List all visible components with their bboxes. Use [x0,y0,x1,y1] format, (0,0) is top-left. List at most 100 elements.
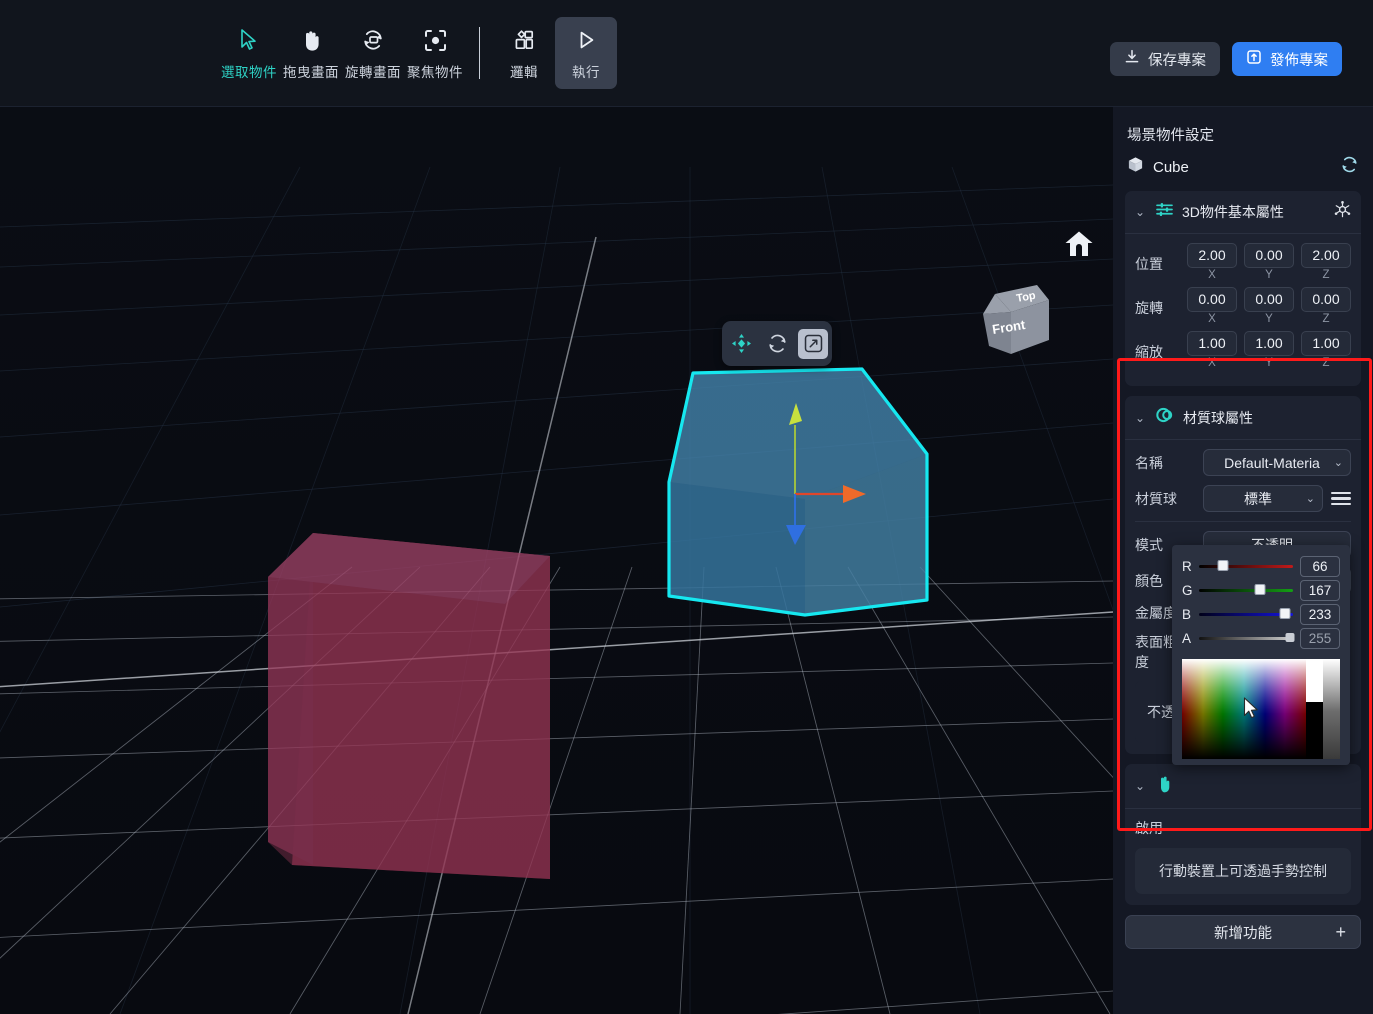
value-bar[interactable] [1306,659,1323,759]
tool-select-object[interactable]: 選取物件 [218,17,280,89]
tool-label: 拖曳畫面 [283,65,339,80]
position-row: 位置 2.00 X 0.00 Y 2.00 Z [1135,243,1351,285]
slider-knob-b[interactable] [1279,608,1291,619]
3d-viewport[interactable]: Top Front [0,107,1113,1014]
upload-box-icon [1246,49,1262,69]
rotation-label: 旋轉 [1135,300,1163,316]
material-type-select[interactable]: 標準 ⌄ [1203,485,1323,512]
gizmo-rotate-button[interactable] [762,329,792,359]
save-project-label: 保存專案 [1148,52,1206,69]
scale-x-input[interactable]: 1.00 [1187,331,1237,356]
material-card-title: 材質球屬性 [1183,409,1253,426]
editor-root: 選取物件 拖曳畫面 旋轉畫面 聚焦物件 邏輯 執行 保存專案 發佈專案 Top … [0,0,1373,1014]
transform-card: ⌄ 3D物件基本屬性 位置 2.00 X 0.00 Y 2.00 Z 旋轉 0.… [1125,191,1361,386]
tool-rotate-view[interactable]: 旋轉畫面 [342,17,404,89]
position-z-input[interactable]: 2.00 [1301,243,1351,268]
slider-row-g: G 167 [1182,578,1340,602]
slider-track-a[interactable] [1199,630,1295,646]
tool-run[interactable]: 執行 [555,17,617,89]
rotation-x-input[interactable]: 0.00 [1187,287,1237,312]
slider-knob-g[interactable] [1254,584,1266,595]
material-name-select[interactable]: Default-Materia ⌄ [1203,449,1351,476]
position-y-input[interactable]: 0.00 [1244,243,1294,268]
scale-z-input[interactable]: 1.00 [1301,331,1351,356]
axis-label-x: X [1208,269,1216,281]
publish-project-label: 發佈專案 [1270,52,1328,69]
slider-track-b[interactable] [1199,606,1293,622]
cursor-select-icon [239,27,259,53]
slider-value-g[interactable]: 167 [1300,579,1340,601]
color-picker-popup[interactable]: R 66 G 167 B 233 A 255 [1172,545,1350,765]
tool-focus-object[interactable]: 聚焦物件 [404,17,466,89]
slider-label-r: R [1182,558,1192,574]
pink-cube [268,533,550,879]
rotation-row: 旋轉 0.00 X 0.00 Y 0.00 Z [1135,287,1351,329]
selected-object-row: Cube [1127,155,1359,179]
logic-blocks-icon [513,27,535,53]
material-type-row: 材質球 標準 ⌄ [1135,485,1351,512]
refresh-icon[interactable] [1340,155,1359,179]
axis-label-x: X [1208,313,1216,325]
axis-label-z: Z [1322,357,1330,369]
focus-object-icon [424,27,447,53]
axis-label-x: X [1208,357,1216,369]
tool-label: 執行 [572,65,600,80]
tool-pan-view[interactable]: 拖曳畫面 [280,17,342,89]
top-toolbar: 選取物件 拖曳畫面 旋轉畫面 聚焦物件 邏輯 執行 保存專案 發佈專案 [0,0,1373,107]
home-icon[interactable] [1063,229,1095,264]
saturation-value-field[interactable] [1182,659,1306,759]
position-x-input[interactable]: 2.00 [1187,243,1237,268]
material-card-header[interactable]: ⌄ 材質球屬性 [1125,396,1361,440]
topbar-actions: 保存專案 發佈專案 [1110,42,1342,76]
slider-value-a[interactable]: 255 [1300,627,1340,649]
slider-value-r[interactable]: 66 [1300,555,1340,577]
slider-knob-r[interactable] [1217,560,1229,571]
chevron-down-icon[interactable]: ⌄ [1133,779,1147,793]
add-feature-label: 新增功能 [1214,925,1272,942]
add-feature-button[interactable]: 新增功能 + [1125,915,1361,949]
rotation-z-input[interactable]: 0.00 [1301,287,1351,312]
color-gradient-area[interactable] [1182,659,1340,759]
material-name-value: Default-Materia [1224,454,1320,471]
cube-icon [1127,156,1144,178]
tool-label: 邏輯 [510,65,538,80]
scale-y-input[interactable]: 1.00 [1244,331,1294,356]
chevron-down-icon: ⌄ [1333,457,1343,469]
chevron-down-icon[interactable]: ⌄ [1133,205,1147,219]
axis-label-y: Y [1265,269,1273,281]
gizmo-scale-button[interactable] [798,328,828,359]
panel-title: 場景物件設定 [1127,128,1214,144]
gesture-enable-label: 啟用 [1135,820,1163,836]
slider-track-g[interactable] [1199,582,1293,598]
publish-project-button[interactable]: 發佈專案 [1232,42,1342,76]
viewport-canvas [0,107,1113,1014]
gizmo-move-button[interactable] [726,329,756,359]
hamburger-menu-icon[interactable] [1331,491,1351,506]
chevron-down-icon[interactable]: ⌄ [1133,411,1147,425]
transform-card-header[interactable]: ⌄ 3D物件基本屬性 [1125,191,1361,234]
slider-label-a: A [1182,630,1192,646]
material-divider [1135,521,1351,522]
alpha-bar[interactable] [1323,659,1340,759]
material-sphere-icon [1156,406,1174,429]
gesture-enable-row: 啟用 [1135,818,1351,838]
gesture-card: ⌄ 啟用 行動裝置上可透過手勢控制 [1125,764,1361,905]
tool-label: 聚焦物件 [407,65,463,80]
hand-gesture-icon [1156,774,1174,798]
view-cube[interactable]: Top Front [975,272,1055,357]
tool-group-primary: 選取物件 拖曳畫面 旋轉畫面 聚焦物件 邏輯 執行 [218,17,617,89]
axis-reset-icon[interactable] [1334,201,1351,223]
tool-logic[interactable]: 邏輯 [493,17,555,89]
hue-gradient[interactable] [1182,659,1306,759]
gesture-note: 行動裝置上可透過手勢控制 [1135,848,1351,894]
rotation-y-input[interactable]: 0.00 [1244,287,1294,312]
gesture-card-header[interactable]: ⌄ [1125,764,1361,809]
save-project-button[interactable]: 保存專案 [1110,42,1220,76]
slider-knob-a[interactable] [1285,633,1295,642]
slider-track-r[interactable] [1199,558,1293,574]
slider-value-b[interactable]: 233 [1300,603,1340,625]
axis-label-y: Y [1265,357,1273,369]
slider-label-b: B [1182,606,1192,622]
slider-row-b: B 233 [1182,602,1340,626]
play-run-icon [575,27,597,53]
